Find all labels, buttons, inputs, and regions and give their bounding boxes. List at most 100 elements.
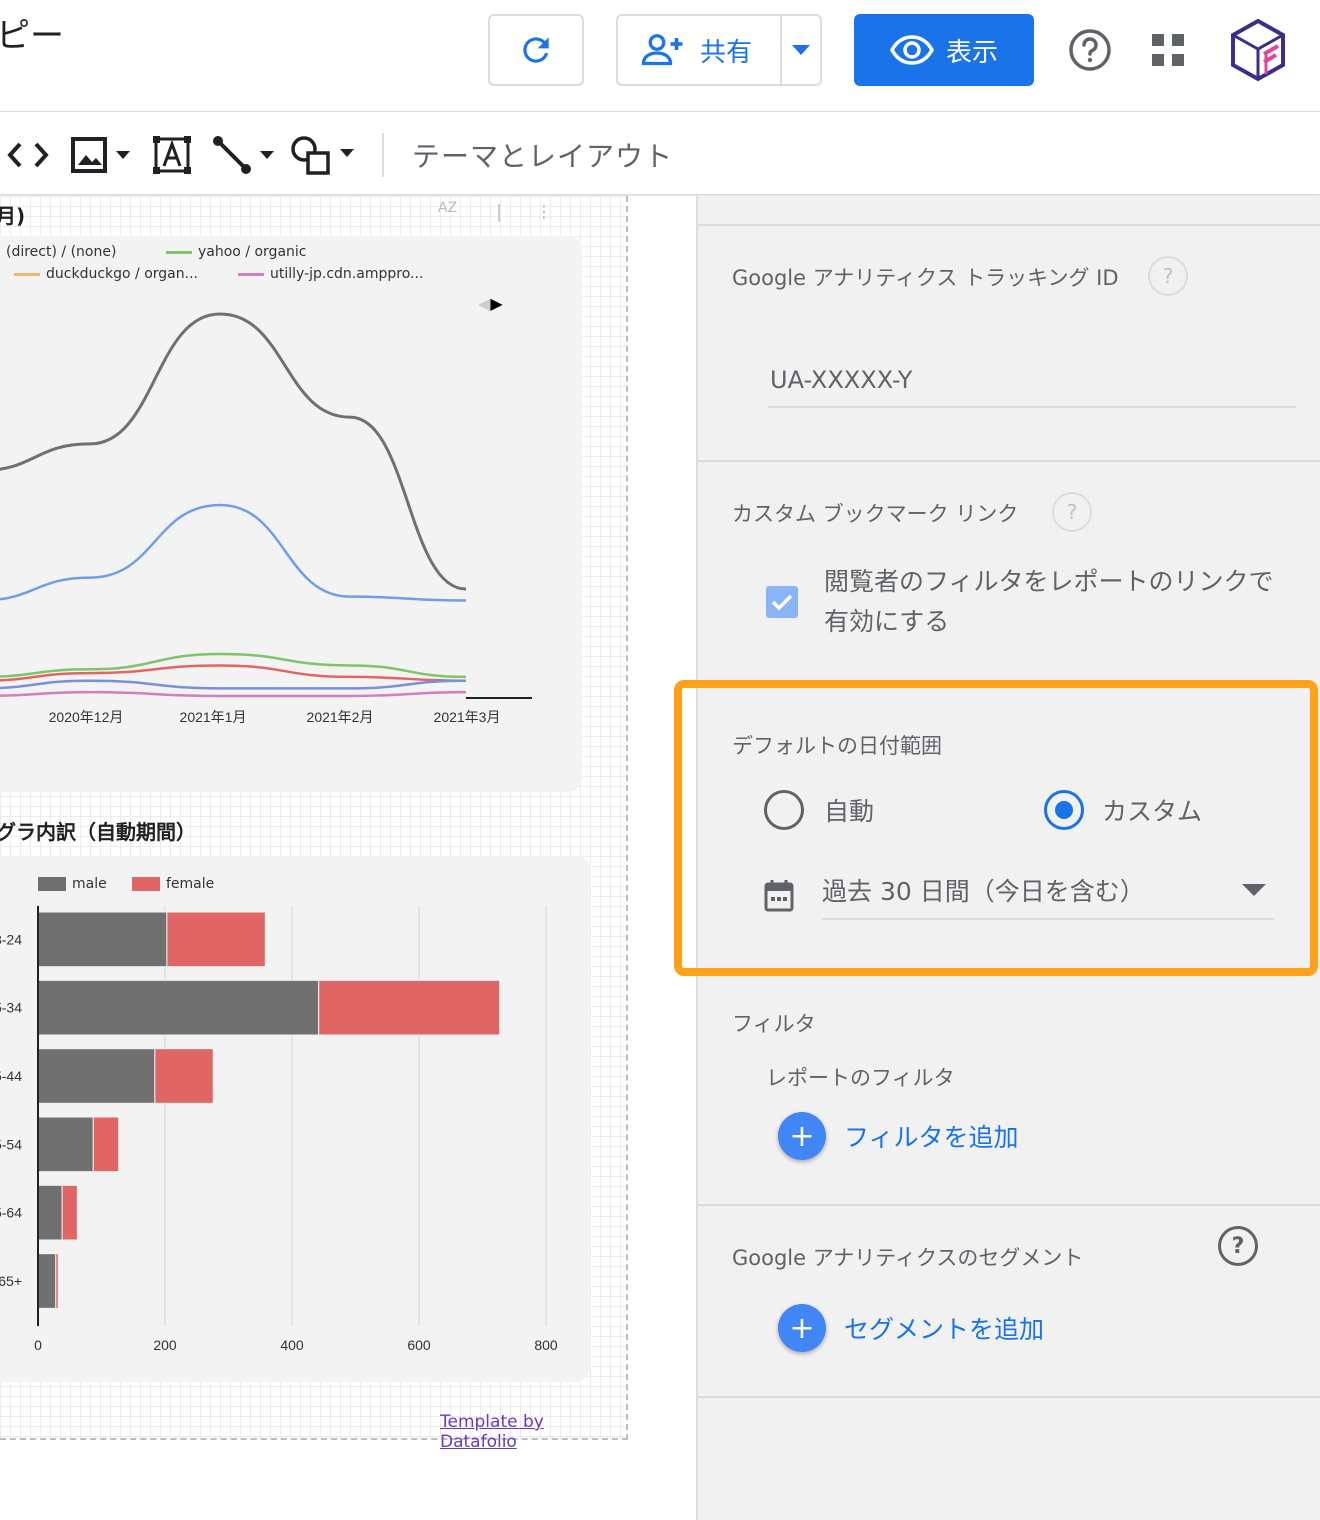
bar-segment[interactable] — [37, 911, 168, 968]
report-title[interactable]: ピー — [0, 8, 64, 57]
report-canvas: 月) AZ ⋮ (direct) / (none) yahoo / organi… — [0, 196, 696, 1520]
share-button[interactable]: 共有 — [618, 16, 782, 84]
radio-custom[interactable] — [1044, 790, 1084, 830]
bar-segment[interactable] — [318, 979, 501, 1036]
bar-chart-card[interactable]: male female 02004006008008-245-345-445-5… — [0, 856, 590, 1382]
section-divider — [698, 1204, 1320, 1206]
more-vert-icon[interactable]: ⋮ — [536, 202, 552, 221]
bar-segment[interactable] — [37, 1184, 63, 1241]
caret-down-icon — [792, 45, 810, 55]
date-range-select[interactable]: 過去 30 日間（今日を含む） — [822, 872, 1274, 920]
apps-button[interactable] — [1146, 28, 1190, 72]
eye-icon — [889, 35, 934, 65]
bar-chart-plot: 0 200 400 600 800 8-24 5-34 5-44 5-54 5-64 65+ — [0, 906, 558, 1353]
y-tick-label: 5-64 — [0, 1205, 22, 1221]
shape-tool-icon — [291, 136, 354, 175]
y-tick-label: 5-34 — [0, 1000, 22, 1016]
view-label: 表示 — [945, 37, 998, 68]
refresh-icon — [523, 37, 549, 63]
help-button[interactable] — [1066, 26, 1114, 74]
add-segment-label: セグメントを追加 — [844, 1315, 1045, 1344]
add-filter-button[interactable]: + フィルタを追加 — [778, 1112, 1019, 1160]
x-tick-label: 0 — [34, 1337, 42, 1353]
sort-az-icon[interactable]: AZ — [438, 200, 457, 216]
help-icon — [1069, 29, 1111, 71]
y-tick-label: 5-54 — [0, 1136, 22, 1152]
text-box-button[interactable] — [152, 133, 192, 177]
line-chart-plot: 2020年12月 2021年1月 2021年2月 2021年3月 — [0, 312, 532, 725]
toolbar-divider — [382, 133, 384, 177]
apps-grid-icon — [1152, 34, 1184, 66]
editor-toolbar: テーマとレイアウト — [0, 113, 1320, 195]
x-tick-label: 800 — [534, 1337, 558, 1353]
y-tick-label: 65+ — [0, 1273, 22, 1289]
refresh-button[interactable] — [488, 14, 584, 86]
bar-segment[interactable] — [37, 1253, 57, 1309]
chart1-title: 月) — [0, 204, 26, 228]
text-box-icon — [153, 136, 191, 174]
line-chart-card[interactable]: (direct) / (none) yahoo / organic duckdu… — [0, 236, 582, 792]
segment-label: Google アナリティクスのセグメント — [732, 1246, 1084, 1270]
chart2-title: グラ内訳（自動期間） — [0, 820, 196, 844]
bar-segment[interactable] — [154, 1048, 214, 1104]
radio-custom-label[interactable]: カスタム — [1102, 792, 1202, 828]
bar-segment[interactable] — [37, 1116, 94, 1173]
line-series — [0, 312, 467, 591]
add-person-icon — [641, 34, 683, 66]
bar-segment[interactable] — [37, 1048, 156, 1104]
chart-header-divider — [498, 204, 500, 222]
segment-help-icon[interactable]: ? — [1218, 1226, 1258, 1266]
share-button-group: 共有 — [616, 14, 822, 86]
template-credit-link[interactable]: Template by Datafolio — [440, 1412, 626, 1452]
report-filter-label: レポートのフィルタ — [766, 1066, 955, 1090]
x-tick-label: 2021年3月 — [434, 709, 501, 725]
tracking-id-label: Google アナリティクス トラッキング ID — [732, 266, 1119, 290]
radio-auto[interactable] — [764, 790, 804, 830]
bookmark-link-label: カスタム ブックマーク リンク — [732, 502, 1019, 526]
theme-layout-button[interactable]: テーマとレイアウト — [412, 135, 673, 175]
x-tick-label: 400 — [280, 1337, 304, 1353]
x-tick-label: 200 — [153, 1337, 177, 1353]
date-range-value: 過去 30 日間（今日を含む） — [822, 877, 1145, 906]
x-tick-label: 2021年1月 — [180, 709, 247, 725]
tracking-id-input[interactable]: UA-XXXXX-Y — [768, 366, 1296, 408]
embed-code-button[interactable] — [6, 133, 50, 177]
line-series — [0, 690, 467, 698]
bookmark-checkbox[interactable] — [766, 586, 798, 618]
section-divider — [698, 460, 1320, 462]
section-divider — [698, 224, 1320, 226]
x-tick-label: 2020年12月 — [49, 709, 124, 725]
bar-segment[interactable] — [92, 1116, 120, 1173]
view-button[interactable]: 表示 — [854, 14, 1034, 86]
code-icon — [7, 142, 49, 168]
tracking-help-icon[interactable]: ? — [1148, 256, 1188, 296]
account-avatar[interactable] — [1226, 18, 1290, 82]
add-circle-icon: + — [778, 1304, 826, 1352]
add-circle-icon: + — [778, 1112, 826, 1160]
line-button[interactable] — [212, 133, 278, 177]
line-series — [0, 679, 467, 690]
top-bar: ピー 共有 表示 — [0, 0, 1320, 112]
highlight-annotation — [674, 680, 1318, 976]
y-tick-label: 5-44 — [0, 1068, 22, 1084]
add-filter-label: フィルタを追加 — [844, 1123, 1019, 1152]
bar-segment[interactable] — [55, 1253, 59, 1309]
bar-segment[interactable] — [37, 979, 320, 1036]
x-tick-label: 600 — [407, 1337, 431, 1353]
line-tool-icon — [213, 136, 274, 174]
bar-segment[interactable] — [166, 911, 266, 968]
calendar-icon — [764, 880, 794, 912]
bookmark-checkbox-label[interactable]: 閲覧者のフィルタをレポートのリンクで有効にする — [824, 562, 1294, 642]
avatar-logo-icon — [1231, 18, 1285, 82]
shape-button[interactable] — [290, 133, 356, 177]
image-button[interactable] — [70, 133, 134, 177]
radio-auto-label[interactable]: 自動 — [824, 792, 874, 828]
y-tick-label: 8-24 — [0, 931, 22, 947]
canvas-grid: 月) AZ ⋮ (direct) / (none) yahoo / organi… — [0, 196, 628, 1452]
bar-segment[interactable] — [61, 1184, 78, 1241]
share-dropdown-button[interactable] — [782, 45, 820, 55]
report-settings-panel: Google アナリティクス トラッキング ID ? UA-XXXXX-Y カス… — [674, 196, 1320, 1520]
add-segment-button[interactable]: + セグメントを追加 — [778, 1304, 1044, 1352]
bookmark-help-icon[interactable]: ? — [1052, 492, 1092, 532]
check-icon — [771, 594, 793, 611]
